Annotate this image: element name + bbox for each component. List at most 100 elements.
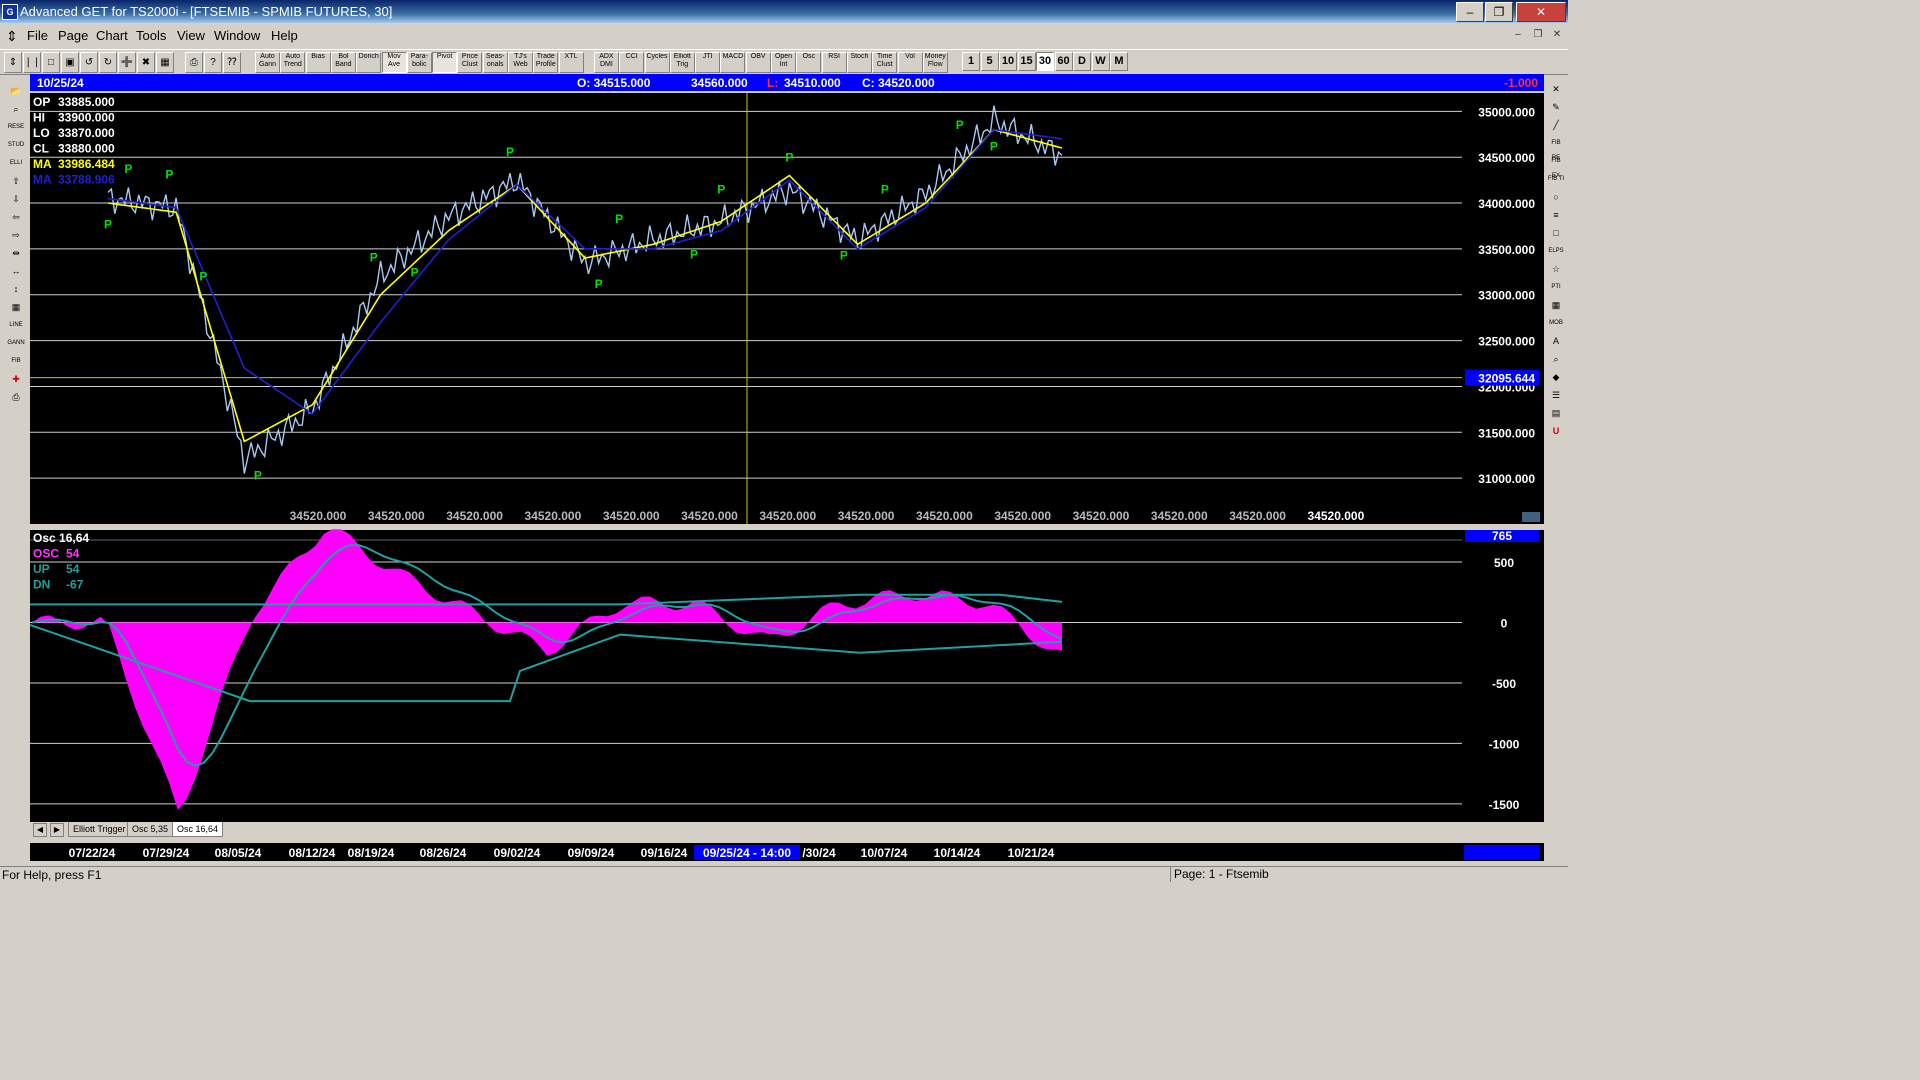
projection-label: 34520.000 [525, 509, 582, 523]
osc-legend-label: DN [33, 578, 50, 592]
tab-next-icon[interactable]: ▶ [50, 823, 64, 837]
projection-label: 34520.000 [759, 509, 816, 523]
osc-tick-label: -1000 [1489, 737, 1520, 751]
date-axis-label: 08/19/24 [348, 846, 395, 860]
header-close: C: 34520.000 [862, 76, 935, 90]
header-date: 10/25/24 [37, 76, 84, 90]
date-axis-label: 07/22/24 [69, 846, 116, 860]
tab-prev-icon[interactable]: ◀ [33, 823, 47, 837]
osc-panel [30, 530, 1462, 822]
price-tick-label: 32500.000 [1478, 335, 1535, 349]
projection-label: 34520.000 [1229, 509, 1286, 523]
header-high: 34560.000 [691, 76, 748, 90]
panel-splitter [30, 524, 1544, 530]
pivot-marker: P [717, 182, 725, 196]
date-axis-label: 07/29/24 [143, 846, 190, 860]
pivot-marker: P [956, 118, 964, 132]
date-axis-label: 08/12/24 [289, 846, 336, 860]
header-low: 34510.000 [784, 76, 841, 90]
date-axis-label: 09/09/24 [568, 846, 615, 860]
projection-label: 34520.000 [916, 509, 973, 523]
status-page: Page: 1 - Ftsemib [1170, 867, 1568, 882]
price-tick-label: 33500.000 [1478, 243, 1535, 257]
price-tick-label: 31000.000 [1478, 472, 1535, 486]
pivot-marker: P [615, 212, 623, 226]
date-cursor-label: 09/25/24 - 14:00 [703, 846, 791, 860]
pivot-marker: P [785, 150, 793, 164]
bottom-tab-bar: ◀ ▶ Elliott Trigger Osc 5,35 Osc 16,64 [30, 822, 1464, 839]
price-legend-label: CL [33, 142, 49, 156]
header-open: O: 34515.000 [577, 76, 651, 90]
pivot-marker: P [595, 277, 603, 291]
osc-legend-value: 54 [66, 562, 80, 576]
projection-label: 34520.000 [838, 509, 895, 523]
osc-legend-value: -67 [66, 578, 84, 592]
osc-tick-label: -1500 [1489, 798, 1520, 812]
chart-area[interactable]: 10/25/24 O: 34515.000 34560.000 L: 34510.000… [0, 0, 1568, 866]
price-legend-value: 33986.484 [58, 157, 115, 171]
pivot-marker: P [506, 145, 514, 159]
pivot-marker: P [104, 217, 112, 231]
tab-osc-16-64[interactable]: Osc 16,64 [172, 822, 224, 837]
price-tick-label: 35000.000 [1478, 105, 1535, 119]
price-tick-label: 31500.000 [1478, 426, 1535, 440]
date-axis-label: 10/21/24 [1008, 846, 1055, 860]
pivot-marker: P [690, 248, 698, 262]
date-axis-label: 09/16/24 [641, 846, 688, 860]
projection-label: 34520.000 [994, 509, 1051, 523]
date-axis-label: 08/05/24 [215, 846, 262, 860]
pivot-marker: P [990, 140, 998, 154]
price-legend-value: 33788.906 [58, 173, 115, 187]
osc-tick-label: 500 [1494, 556, 1514, 570]
header-change: -1.000 [1504, 76, 1538, 90]
date-axis-label: 09/02/24 [494, 846, 541, 860]
projection-label: 34520.000 [446, 509, 503, 523]
date-axis-end-box [1464, 845, 1540, 860]
projection-label: 34520.000 [681, 509, 738, 523]
tab-osc-5-35[interactable]: Osc 5,35 [127, 822, 174, 837]
price-legend-label: HI [33, 111, 45, 125]
price-legend-label: MA [33, 157, 52, 171]
date-axis-label: 08/26/24 [420, 846, 467, 860]
expand-icon [1522, 512, 1540, 522]
price-tick-label: 34500.000 [1478, 151, 1535, 165]
price-legend-value: 33870.000 [58, 126, 115, 140]
pivot-marker: P [881, 182, 889, 196]
price-tick-label: 33000.000 [1478, 289, 1535, 303]
osc-tick-label: -500 [1492, 677, 1516, 691]
tab-elliott-trigger[interactable]: Elliott Trigger [68, 822, 131, 837]
osc-legend-label: Osc 16,64 [33, 531, 89, 545]
status-bar: For Help, press F1 Page: 1 - Ftsemib [0, 866, 1568, 883]
projection-label: 34520.000 [1308, 509, 1365, 523]
header-low-label: L: [767, 76, 778, 90]
pivot-marker: P [370, 251, 378, 265]
price-legend-value: 33880.000 [58, 142, 115, 156]
osc-max-value: 765 [1492, 529, 1512, 543]
price-legend-value: 33885.000 [58, 95, 115, 109]
pivot-marker: P [840, 249, 848, 263]
projection-label: 34520.000 [1073, 509, 1130, 523]
price-tick-label: 34000.000 [1478, 197, 1535, 211]
pivot-marker: P [165, 168, 173, 182]
osc-legend-value: 54 [66, 547, 80, 561]
projection-label: 34520.000 [603, 509, 660, 523]
pivot-marker: P [411, 266, 419, 280]
price-legend-value: 33900.000 [58, 111, 115, 125]
date-axis-label: /30/24 [802, 846, 836, 860]
osc-legend-label: UP [33, 562, 50, 576]
price-legend-label: OP [33, 95, 50, 109]
projection-label: 34520.000 [1151, 509, 1208, 523]
pivot-marker: P [254, 469, 262, 483]
projection-label: 34520.000 [290, 509, 347, 523]
price-legend-label: LO [33, 126, 50, 140]
projection-label: 34520.000 [368, 509, 425, 523]
osc-legend-label: OSC [33, 547, 59, 561]
status-help: For Help, press F1 [2, 868, 102, 882]
osc-tick-label: 0 [1501, 616, 1508, 630]
cursor-value: 32095.644 [1478, 372, 1535, 386]
pivot-marker: P [124, 162, 132, 176]
pivot-marker: P [199, 270, 207, 284]
date-axis-label: 10/14/24 [934, 846, 981, 860]
date-axis-label: 10/07/24 [861, 846, 908, 860]
price-legend-label: MA [33, 173, 52, 187]
